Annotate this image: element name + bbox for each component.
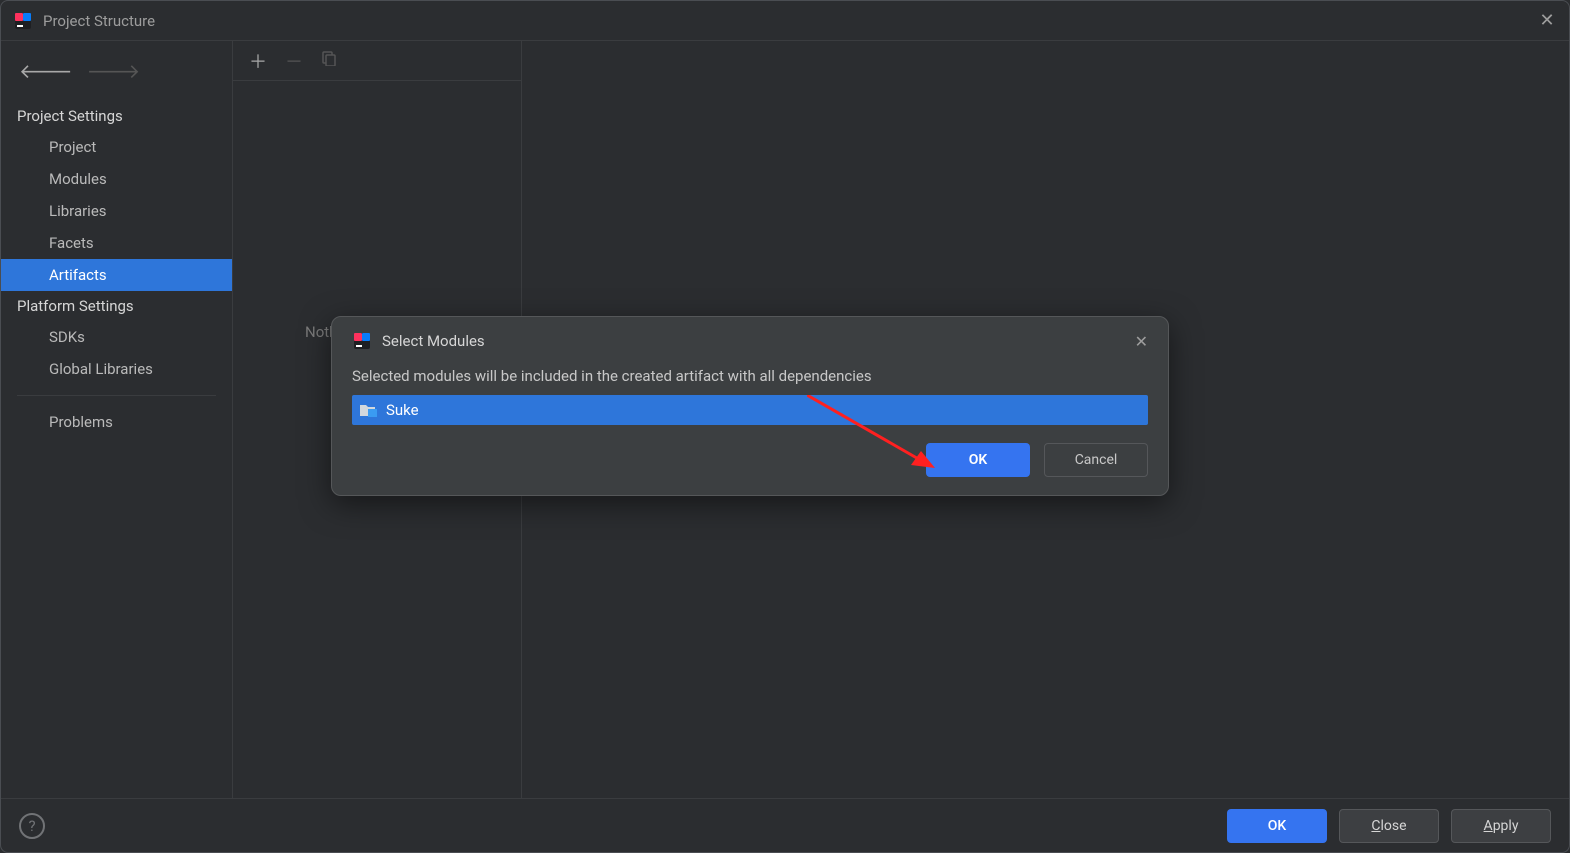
sidebar-item-sdks[interactable]: SDKs xyxy=(1,321,232,353)
remove-icon[interactable]: － xyxy=(285,48,303,74)
ok-button[interactable]: OK xyxy=(1227,809,1327,843)
window-title: Project Structure xyxy=(43,12,155,30)
select-modules-dialog: Select Modules ✕ Selected modules will b… xyxy=(331,316,1169,496)
modal-ok-button[interactable]: OK xyxy=(926,443,1030,477)
close-icon[interactable]: ✕ xyxy=(1537,10,1557,31)
sidebar: 🡐 🡒 Project Settings Project Modules Lib… xyxy=(1,41,233,798)
sidebar-item-artifacts[interactable]: Artifacts xyxy=(1,259,232,291)
add-icon[interactable]: ＋ xyxy=(249,48,267,74)
sidebar-item-modules[interactable]: Modules xyxy=(1,163,232,195)
apply-button[interactable]: Apply xyxy=(1451,809,1551,843)
intellij-icon xyxy=(13,11,33,31)
platform-settings-header: Platform Settings xyxy=(1,291,232,321)
modal-title: Select Modules xyxy=(382,332,485,350)
module-name: Suke xyxy=(386,401,419,419)
modal-description: Selected modules will be included in the… xyxy=(352,367,1148,385)
sidebar-divider xyxy=(17,395,216,396)
copy-icon[interactable] xyxy=(321,50,337,71)
back-icon[interactable]: 🡐 xyxy=(19,59,73,83)
sidebar-item-global-libraries[interactable]: Global Libraries xyxy=(1,353,232,385)
close-button[interactable]: Close xyxy=(1339,809,1439,843)
modal-cancel-button[interactable]: Cancel xyxy=(1044,443,1148,477)
nav-buttons: 🡐 🡒 xyxy=(1,47,232,101)
bottom-buttons: OK Close Apply xyxy=(1227,809,1551,843)
titlebar-left: Project Structure xyxy=(13,11,155,31)
sidebar-item-project[interactable]: Project xyxy=(1,131,232,163)
forward-icon[interactable]: 🡒 xyxy=(87,59,141,83)
project-settings-header: Project Settings xyxy=(1,101,232,131)
modal-buttons: OK Cancel xyxy=(352,443,1148,477)
sidebar-item-libraries[interactable]: Libraries xyxy=(1,195,232,227)
help-icon[interactable]: ? xyxy=(19,813,45,839)
module-list-item[interactable]: Suke xyxy=(352,395,1148,425)
sidebar-item-problems[interactable]: Problems xyxy=(1,406,232,438)
list-toolbar: ＋ － xyxy=(233,41,521,81)
modal-header-left: Select Modules xyxy=(352,331,485,351)
modal-header: Select Modules ✕ xyxy=(352,331,1148,351)
module-folder-icon xyxy=(360,403,376,417)
titlebar: Project Structure ✕ xyxy=(1,1,1569,41)
modal-close-icon[interactable]: ✕ xyxy=(1135,332,1148,351)
sidebar-item-facets[interactable]: Facets xyxy=(1,227,232,259)
intellij-icon xyxy=(352,331,372,351)
bottom-bar: ? OK Close Apply xyxy=(1,798,1569,852)
